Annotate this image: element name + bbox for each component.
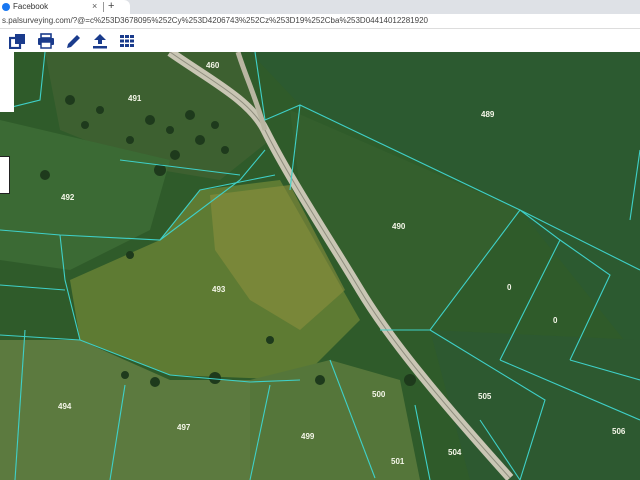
layers-button[interactable] — [8, 31, 28, 50]
parcel-label-497: 497 — [177, 423, 191, 432]
copy-layers-icon — [9, 33, 25, 49]
parcel-label-490: 490 — [392, 222, 406, 231]
side-panel-box[interactable] — [0, 156, 10, 194]
map-toolbar — [0, 29, 640, 52]
tab-separator — [103, 2, 104, 12]
url-text[interactable]: s.palsurveying.com/?@=c%253D3678095%252C… — [2, 16, 428, 25]
draw-button[interactable] — [63, 31, 83, 50]
browser-tab-bar: Facebook × + — [0, 0, 640, 14]
map-canvas[interactable]: 460 491 489 492 490 493 0 0 494 497 500 … — [0, 52, 640, 480]
parcel-label-0-a: 0 — [507, 283, 512, 292]
parcel-label-494: 494 — [58, 402, 72, 411]
tab-close-icon[interactable]: × — [92, 1, 97, 11]
parcel-label-505: 505 — [478, 392, 492, 401]
print-icon — [38, 32, 54, 49]
tab-title: Facebook — [13, 2, 49, 11]
address-bar[interactable]: s.palsurveying.com/?@=c%253D3678095%252C… — [0, 14, 640, 29]
parcel-label-501: 501 — [391, 457, 405, 466]
parcel-label-500: 500 — [372, 390, 386, 399]
new-tab-button[interactable]: + — [108, 0, 114, 12]
parcel-label-504: 504 — [448, 448, 462, 457]
parcel-label-493: 493 — [212, 285, 226, 294]
parcel-label-492: 492 — [61, 193, 75, 202]
print-button[interactable] — [36, 31, 56, 50]
side-panel — [0, 52, 14, 112]
parcel-label-499: 499 — [301, 432, 315, 441]
grid-icon — [120, 34, 134, 47]
pencil-icon — [67, 34, 80, 48]
parcel-label-491: 491 — [128, 94, 142, 103]
upload-icon — [93, 33, 107, 48]
satellite-map[interactable]: 460 491 489 492 490 493 0 0 494 497 500 … — [0, 52, 640, 480]
grid-menu-button[interactable] — [117, 31, 137, 50]
parcel-label-489: 489 — [481, 110, 495, 119]
facebook-favicon-icon — [2, 3, 10, 11]
parcel-label-0-b: 0 — [553, 316, 558, 325]
upload-button[interactable] — [90, 31, 110, 50]
parcel-label-460: 460 — [206, 61, 220, 70]
parcel-label-506: 506 — [612, 427, 626, 436]
